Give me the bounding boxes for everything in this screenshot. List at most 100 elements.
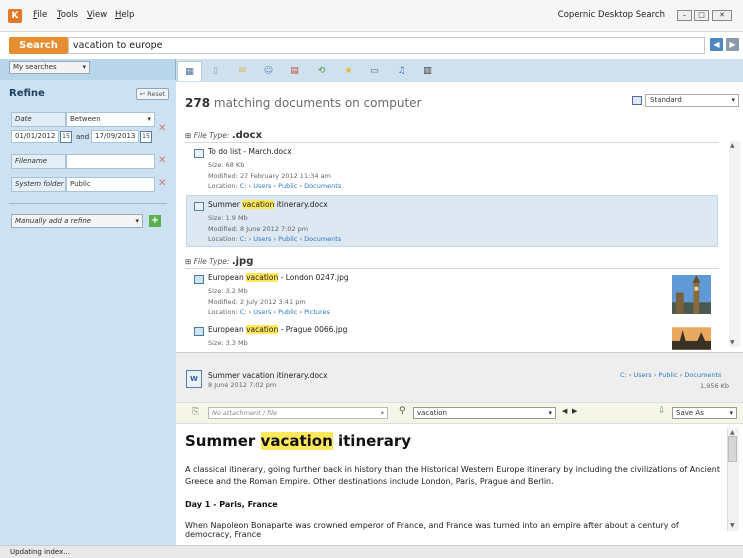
find-in-preview-input[interactable]: vacation ▾ [413,407,556,419]
calendar-icon[interactable]: 15 [60,131,72,143]
save-icon: ⇩ [658,406,666,416]
my-searches-dropdown[interactable]: My searches ▾ [9,61,90,74]
refine-title: Refine [9,88,45,99]
group-docx[interactable]: ⊞ File Type: .docx [185,130,262,141]
preview-path[interactable]: C: › Users › Public › Documents [620,370,721,381]
minimize-button[interactable]: – [677,10,692,21]
item-name[interactable]: European vacation - London 0247.jpg [208,273,349,282]
save-as-button[interactable]: Save As ▾ [672,407,737,419]
tab-documents[interactable]: ▯ [203,61,228,81]
tab-contacts[interactable]: ☺ [256,61,281,81]
tab-favorites[interactable]: ★ [336,61,361,81]
item-name[interactable]: Summer vacation itinerary.docx [208,200,328,209]
undo-icon: ↩ [139,90,146,98]
previous-match-icon[interactable]: ◀ [562,407,567,415]
tab-calendar[interactable]: ▤ [282,61,307,81]
scroll-up-icon[interactable]: ▲ [730,429,735,436]
chevron-down-icon: ▾ [147,115,151,123]
item-meta: Size: 3.3 Mb [208,339,248,347]
tab-everything[interactable]: ▦ [177,61,202,81]
chevron-down-icon: ▾ [729,409,733,417]
preview-size: 1,956 Kb [700,382,730,390]
filename-label: Filename [11,154,66,169]
word-doc-icon: W [186,370,202,388]
tab-emails[interactable]: ✉ [230,61,255,81]
filename-field[interactable] [66,154,155,169]
item-meta: Size: 1.9 Mb Modified: 8 June 2012 7:02 … [208,214,342,243]
next-match-icon[interactable]: ▶ [572,407,577,415]
view-icon [632,96,642,105]
divider [185,268,719,269]
search-icon: ⚲ [399,406,406,416]
menu-view[interactable]: View [87,10,107,20]
search-input[interactable]: vacation to europe [68,37,705,54]
expand-icon[interactable]: ⊞ [185,131,191,140]
item-meta: Size: 68 Kb Modified: 27 February 2012 1… [208,161,342,190]
document-paragraph: A classical itinerary, going further bac… [185,465,720,486]
item-name[interactable]: European vacation - Prague 0066.jpg [208,325,347,334]
refine-panel [0,80,176,545]
chevron-down-icon: ▾ [548,409,552,417]
status-bar: Updating index... [0,545,743,558]
scroll-up-icon[interactable]: ▲ [730,142,735,149]
date-to-field[interactable]: 17/09/2013 [91,130,139,143]
document-title: Summer vacation itinerary [185,432,411,450]
forward-arrow-icon[interactable]: ▶ [726,38,739,51]
manual-refine-dropdown[interactable]: Manually add a refine ▾ [11,214,143,228]
scroll-down-icon[interactable]: ▼ [730,339,735,346]
scroll-down-icon[interactable]: ▼ [730,522,735,529]
divider [185,142,719,143]
search-button[interactable]: Search [9,37,68,54]
app-logo[interactable]: K [8,9,22,23]
scroll-thumb[interactable] [728,436,737,462]
chevron-down-icon: ▾ [380,409,384,417]
group-jpg[interactable]: ⊞ File Type: .jpg [185,256,253,267]
system-folder-field[interactable]: Public [66,177,155,192]
menu-help[interactable]: Help [115,10,134,20]
back-arrow-icon[interactable]: ◀ [710,38,723,51]
word-doc-icon [194,202,204,211]
document-paragraph: When Napoleon Bonaparte was crowned empe… [185,521,679,539]
reset-button[interactable]: ↩ Reset [136,88,169,100]
item-name[interactable]: To do list - March.docx [208,147,292,156]
preview-name: Summer vacation itinerary.docx [208,371,328,380]
remove-date-icon[interactable]: ✕ [158,123,166,134]
results-scrollbar[interactable] [729,141,740,347]
document-preview: Summer vacation itinerary A classical it… [185,432,720,539]
chevron-down-icon: ▾ [731,96,735,104]
close-button[interactable]: ✕ [712,10,732,21]
remove-filename-icon[interactable]: ✕ [158,155,166,166]
chevron-down-icon: ▾ [82,63,86,71]
add-refine-button[interactable]: + [149,215,161,227]
system-folder-label: System folder [11,177,66,192]
london-thumbnail [672,275,711,314]
calendar-icon[interactable]: 15 [140,131,152,143]
menu-tools[interactable]: Tools [57,10,78,20]
date-from-field[interactable]: 01/01/2012 [11,130,59,143]
tab-music[interactable]: ♫ [389,61,414,81]
chevron-down-icon: ▾ [135,217,139,225]
attachment-icon: ⎘ [192,407,200,417]
word-doc-icon [194,149,204,158]
attachment-dropdown[interactable]: No attachment / file ▾ [208,407,388,419]
divider [9,203,167,204]
maximize-button[interactable]: □ [694,10,709,21]
prague-thumbnail [672,327,711,350]
app-title: Copernic Desktop Search [557,10,665,20]
tab-pictures[interactable]: ▭ [362,61,387,81]
image-file-icon [194,327,204,336]
preview-date: 8 June 2012 7:02 pm [208,381,277,389]
tab-history[interactable]: ⟲ [309,61,334,81]
tab-videos[interactable]: ▥ [415,61,440,81]
date-mode-select[interactable]: Between ▾ [66,112,155,127]
expand-icon[interactable]: ⊞ [185,257,191,266]
item-meta: Size: 3.2 Mb Modified: 2 July 2012 3:41 … [208,287,330,316]
image-file-icon [194,275,204,284]
document-heading: Day 1 - Paris, France [185,500,278,509]
view-select[interactable]: Standard ▾ [645,94,739,107]
date-label: Date [11,112,66,127]
date-and-label: and [76,133,90,141]
result-count: 278 matching documents on computer [185,96,422,110]
menu-file[interactable]: File [33,10,47,20]
remove-system-folder-icon[interactable]: ✕ [158,178,166,189]
